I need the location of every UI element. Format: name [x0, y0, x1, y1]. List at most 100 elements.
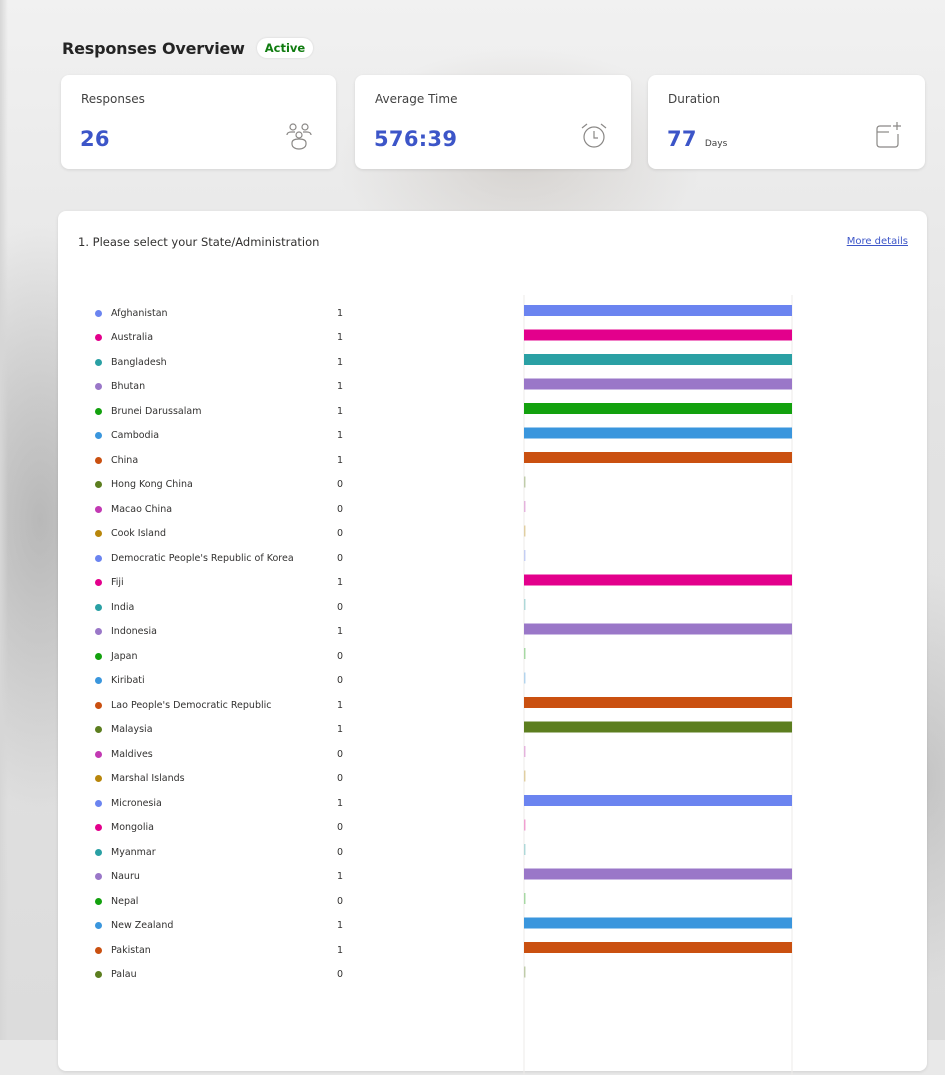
question-card: 1. Please select your State/Administrati…	[58, 211, 927, 1075]
responses-label: Responses	[81, 92, 145, 106]
legend-label: Australia	[111, 332, 154, 344]
legend-count: 1	[337, 699, 344, 711]
legend-dot	[95, 848, 102, 856]
legend-item: India 0	[95, 595, 355, 620]
legend-item: Myanmar 0	[95, 840, 355, 865]
legend-count: 1	[337, 577, 344, 589]
status-badge: Active	[256, 38, 314, 58]
legend-count: 0	[337, 601, 344, 613]
legend-dot	[95, 432, 102, 440]
bar-myanmar	[524, 844, 526, 855]
window-edge	[0, 0, 8, 1040]
legend-count: 0	[337, 650, 344, 662]
legend-item: Macao China 0	[95, 497, 355, 522]
bar-nauru	[524, 868, 792, 880]
bar-bhutan	[524, 378, 792, 390]
legend-dot	[95, 971, 102, 979]
legend-count: 1	[337, 430, 344, 442]
duration-unit: Days	[704, 139, 728, 149]
legend-item: Lao People's Democratic Republic 1	[95, 693, 355, 718]
bar-china	[524, 452, 792, 463]
legend-item: Democratic People's Republic of Korea 0	[95, 546, 355, 571]
legend-count: 1	[337, 381, 344, 393]
legend-dot	[95, 873, 102, 881]
legend-label: Indonesia	[111, 626, 157, 638]
legend-dot	[95, 407, 102, 415]
bar-chart	[523, 295, 793, 1075]
legend-count: 0	[337, 503, 344, 515]
legend-count: 0	[337, 748, 344, 760]
legend-count: 1	[337, 920, 344, 932]
average-time-card: Average Time 576:39	[355, 75, 631, 169]
legend-label: Bangladesh	[111, 356, 167, 368]
more-details-link[interactable]: More details	[847, 236, 908, 247]
legend-item: Nepal 0	[95, 889, 355, 914]
legend-dot	[95, 799, 102, 807]
legend-count: 1	[337, 405, 344, 417]
legend-label: Macao China	[111, 503, 173, 515]
bar-cook-island	[524, 525, 526, 537]
calendar-sparkle-icon	[876, 122, 901, 148]
legend-count: 1	[337, 797, 344, 809]
legend-dot	[95, 897, 102, 905]
legend-item: Cambodia 1	[95, 424, 355, 449]
bar-kiribati	[524, 672, 526, 684]
legend-count: 1	[337, 454, 344, 466]
legend-dot	[95, 824, 102, 832]
legend-dot	[95, 701, 102, 709]
legend-count: 1	[337, 332, 344, 344]
bar-india	[524, 599, 526, 610]
legend-label: Mongolia	[111, 822, 154, 834]
bar-malaysia	[524, 721, 792, 733]
legend-label: Pakistan	[111, 944, 151, 956]
bar-democratic-people-s-republic-of-korea	[524, 550, 526, 561]
question-title: 1. Please select your State/Administrati…	[78, 235, 320, 249]
legend-label: India	[111, 601, 135, 613]
bar-lao-people-s-democratic-republic	[524, 697, 792, 708]
legend-label: Nepal	[111, 895, 139, 907]
legend-dot	[95, 946, 102, 954]
legend-label: Kiribati	[111, 675, 145, 687]
legend-count: 1	[337, 944, 344, 956]
legend-dot	[95, 358, 102, 366]
legend-label: Palau	[111, 969, 137, 981]
legend-count: 1	[337, 871, 344, 883]
legend-item: Marshal Islands 0	[95, 767, 355, 792]
legend-label: Myanmar	[111, 846, 156, 858]
legend-label: Fiji	[111, 577, 124, 589]
legend-item: Malaysia 1	[95, 718, 355, 743]
legend-item: Japan 0	[95, 644, 355, 669]
legend-item: Australia 1	[95, 326, 355, 351]
legend-dot	[95, 481, 102, 489]
duration-number: 77	[667, 127, 697, 151]
legend-dot	[95, 628, 102, 636]
legend-dot	[95, 456, 102, 464]
legend-label: Malaysia	[111, 724, 153, 736]
alarm-clock-icon	[581, 123, 607, 148]
legend-item: Indonesia 1	[95, 620, 355, 645]
bar-macao-china	[524, 501, 526, 512]
bar-palau	[524, 966, 526, 978]
duration-label: Duration	[668, 92, 721, 106]
overview-header: Responses Overview Active	[62, 36, 314, 60]
bar-mongolia	[524, 819, 526, 831]
legend-count: 0	[337, 479, 344, 491]
legend-dot	[95, 603, 102, 611]
legend-count: 0	[337, 675, 344, 687]
bar-indonesia	[524, 623, 792, 635]
bar-japan	[524, 648, 526, 659]
legend-dot	[95, 775, 102, 783]
legend-item: Hong Kong China 0	[95, 473, 355, 498]
legend-count: 0	[337, 969, 344, 981]
responses-value: 26	[80, 127, 110, 151]
legend-count: 1	[337, 307, 344, 319]
legend-label: Japan	[111, 650, 138, 662]
legend-item: Bangladesh 1	[95, 350, 355, 375]
legend-item: Brunei Darussalam 1	[95, 399, 355, 424]
legend-item: Palau 0	[95, 963, 355, 988]
legend-count: 0	[337, 528, 344, 540]
legend-count: 1	[337, 356, 344, 368]
bar-micronesia	[524, 795, 792, 806]
bar-maldives	[524, 746, 526, 757]
legend-label: Hong Kong China	[111, 479, 193, 491]
